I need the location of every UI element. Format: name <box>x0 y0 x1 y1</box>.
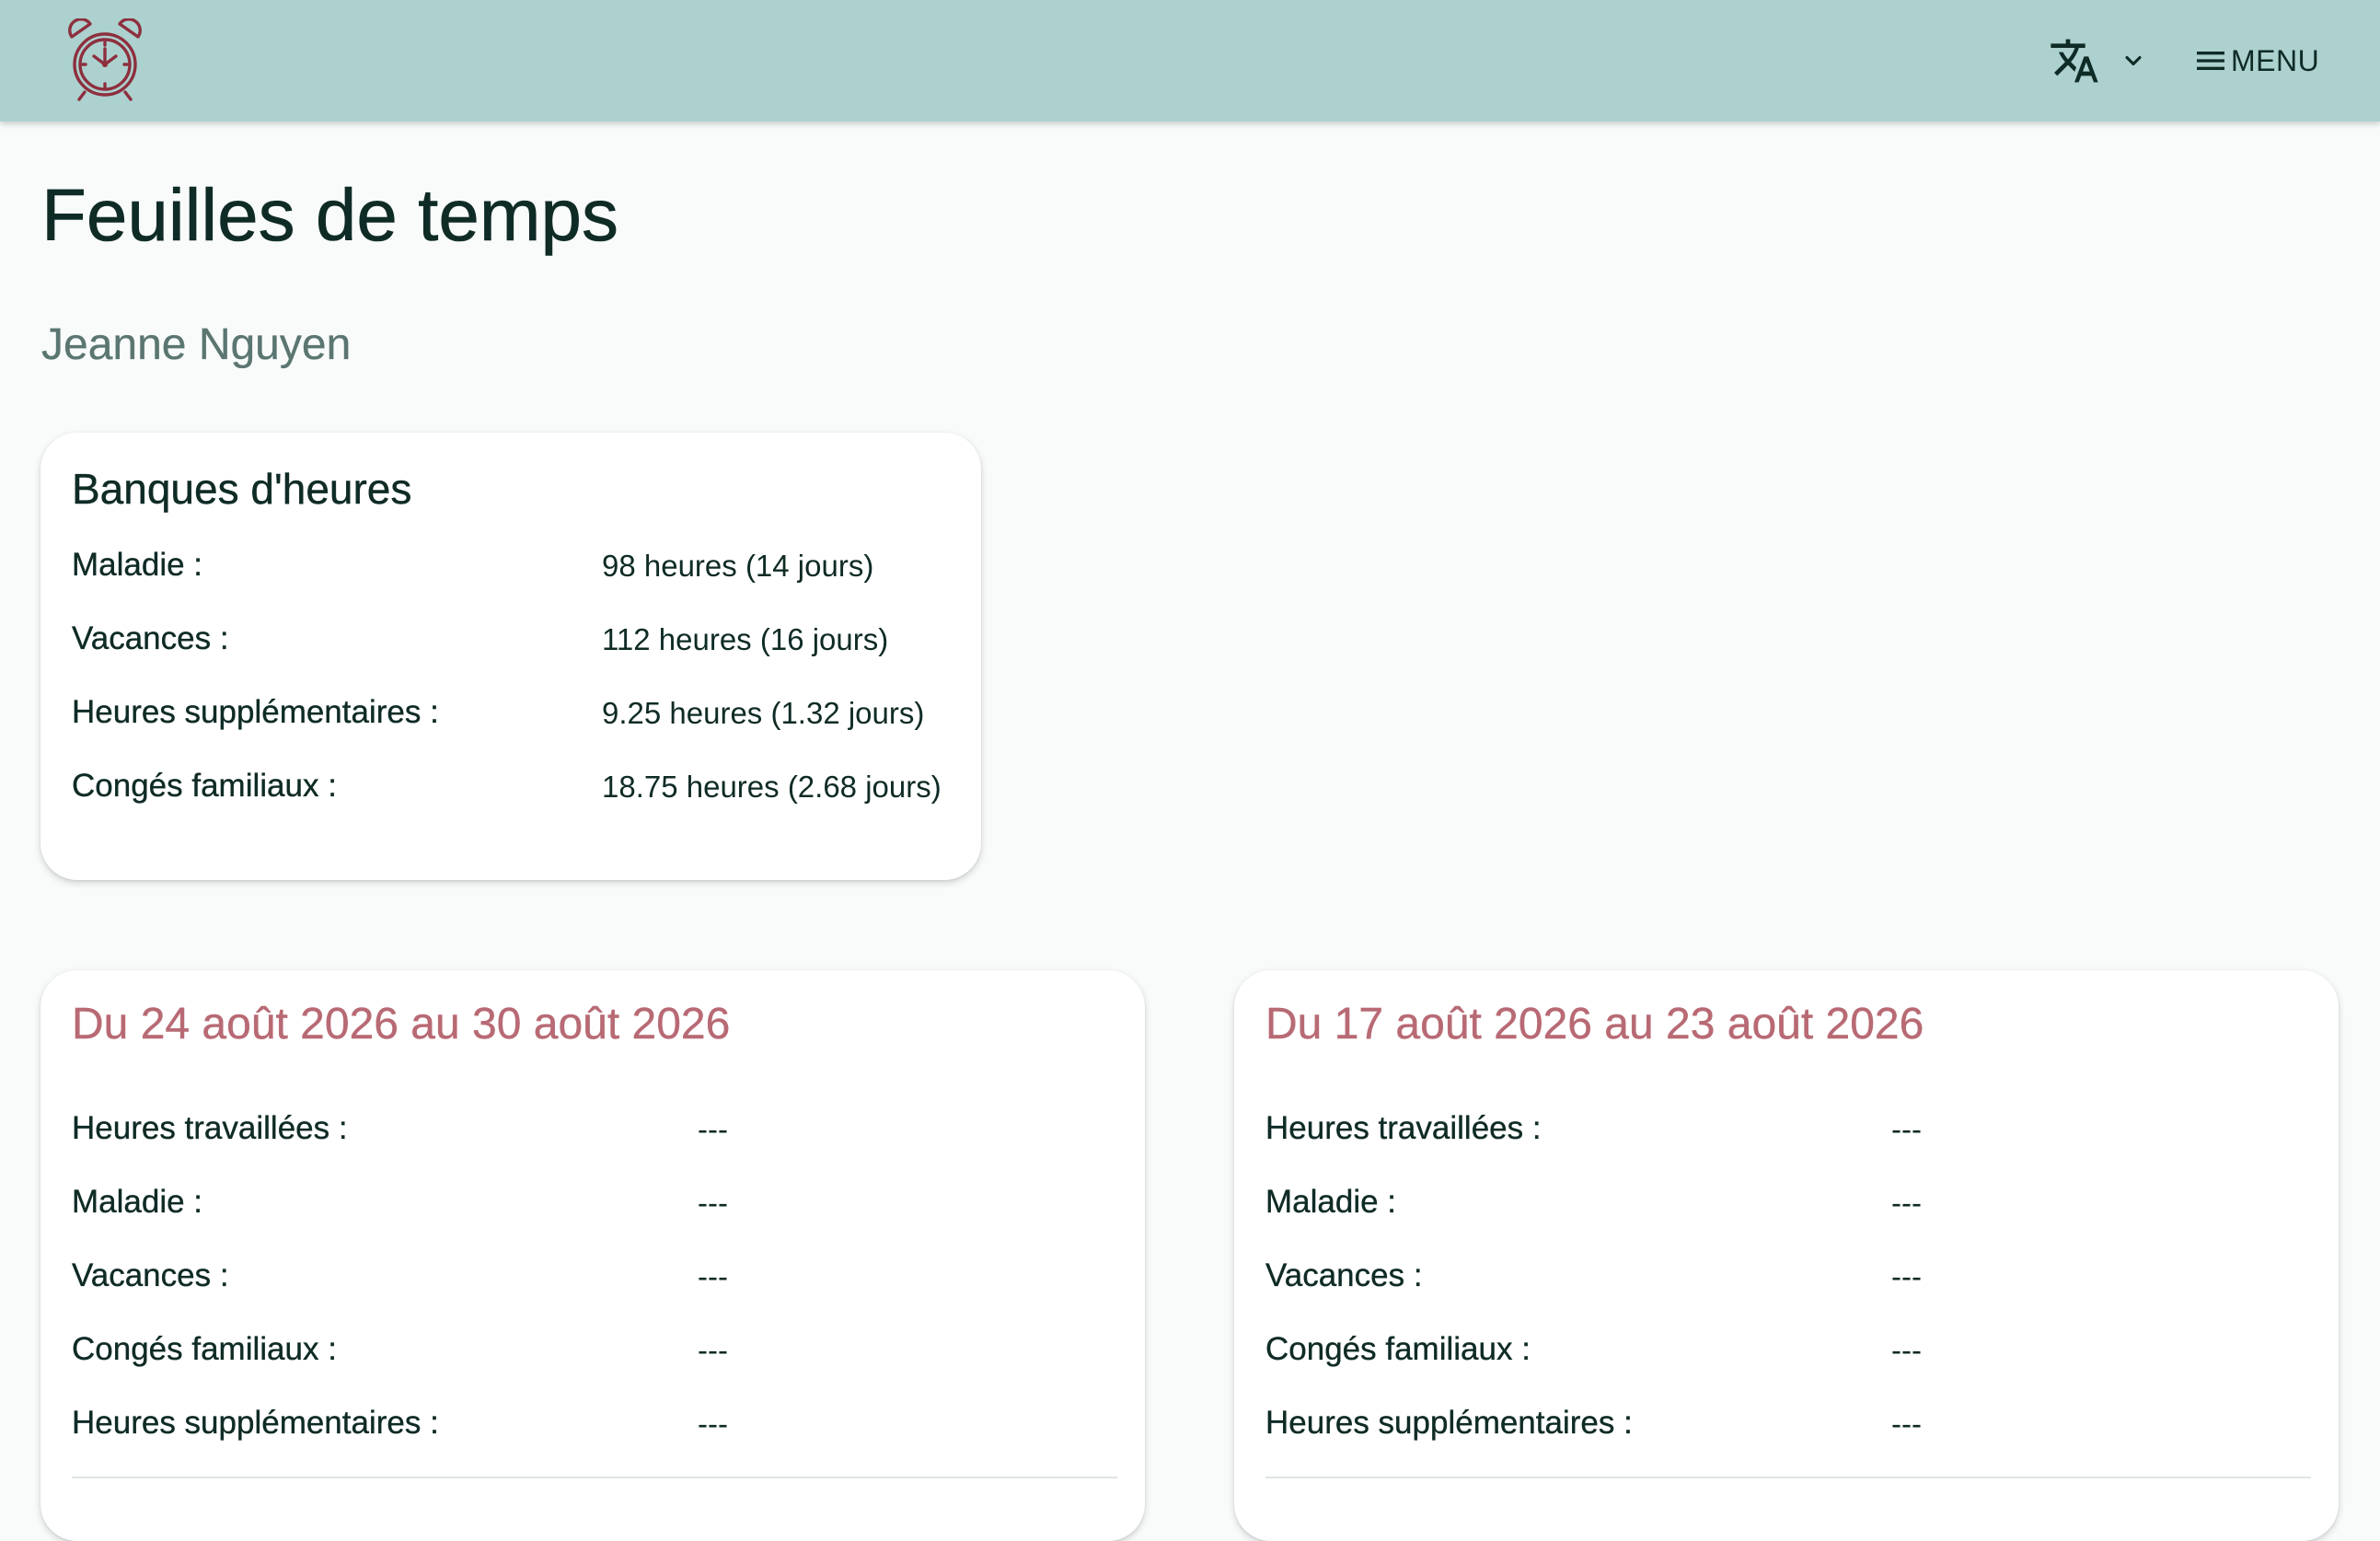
bank-row-overtime: Heures supplémentaires : 9.25 heures (1.… <box>72 685 925 740</box>
row-value: 18.75 heures (2.68 jours) <box>602 770 942 804</box>
row-label: Maladie : <box>72 1184 203 1220</box>
row-value: --- <box>1891 1333 1922 1367</box>
row-value: 98 heures (14 jours) <box>602 549 874 583</box>
week-title[interactable]: Du 24 août 2026 au 30 août 2026 <box>72 998 731 1051</box>
row-value: --- <box>1891 1407 1922 1441</box>
menu-button[interactable]: MENU <box>2192 33 2319 88</box>
row-value: 9.25 heures (1.32 jours) <box>602 696 925 730</box>
row-label: Heures supplémentaires : <box>72 1405 439 1441</box>
row-label: Vacances : <box>72 1257 229 1293</box>
row-label: Heures supplémentaires : <box>1265 1405 1633 1441</box>
card-title: Banques d'heures <box>72 465 412 513</box>
row-label: Vacances : <box>1265 1257 1423 1293</box>
week-title[interactable]: Du 17 août 2026 au 23 août 2026 <box>1265 998 1924 1051</box>
week-card[interactable]: Du 24 août 2026 au 30 août 2026 Heures t… <box>40 970 1145 1541</box>
week-row-vacation: Vacances : --- <box>72 1248 728 1303</box>
divider <box>1265 1477 2311 1478</box>
row-value: --- <box>1891 1259 1922 1293</box>
row-value: --- <box>698 1259 728 1293</box>
row-value: --- <box>1891 1186 1922 1220</box>
row-label: Congés familiaux : <box>72 1331 337 1367</box>
employee-name: Jeanne Nguyen <box>41 320 352 369</box>
translate-icon <box>2051 39 2098 83</box>
row-label: Heures supplémentaires : <box>72 694 439 730</box>
row-label: Maladie : <box>72 547 203 583</box>
week-card[interactable]: Du 17 août 2026 au 23 août 2026 Heures t… <box>1234 970 2339 1541</box>
chevron-down-icon <box>2125 55 2142 66</box>
alarm-clock-icon[interactable] <box>66 17 144 103</box>
row-value: --- <box>698 1112 728 1146</box>
week-row-worked: Heures travaillées : --- <box>72 1101 728 1156</box>
divider <box>72 1477 1117 1478</box>
week-row-family-leave: Congés familiaux : --- <box>1265 1322 1922 1377</box>
menu-label: MENU <box>2231 43 2320 77</box>
week-row-vacation: Vacances : --- <box>1265 1248 1922 1303</box>
week-row-overtime: Heures supplémentaires : --- <box>1265 1396 1922 1451</box>
row-label: Heures travaillées : <box>1265 1110 1542 1146</box>
bank-row-family-leave: Congés familiaux : 18.75 heures (2.68 jo… <box>72 759 942 814</box>
language-selector[interactable] <box>2049 33 2159 88</box>
bank-row-sick: Maladie : 98 heures (14 jours) <box>72 538 874 593</box>
bank-row-vacation: Vacances : 112 heures (16 jours) <box>72 611 888 666</box>
hours-bank-card: Banques d'heures Maladie : 98 heures (14… <box>40 433 981 880</box>
app-header: MENU <box>0 0 2380 122</box>
row-label: Vacances : <box>72 620 229 656</box>
row-label: Congés familiaux : <box>1265 1331 1531 1367</box>
row-value: --- <box>698 1333 728 1367</box>
row-value: 112 heures (16 jours) <box>602 622 889 656</box>
week-row-sick: Maladie : --- <box>1265 1175 1922 1230</box>
page-title: Feuilles de temps <box>41 174 619 256</box>
row-label: Heures travaillées : <box>72 1110 348 1146</box>
week-row-sick: Maladie : --- <box>72 1175 728 1230</box>
row-value: --- <box>1891 1112 1922 1146</box>
row-value: --- <box>698 1186 728 1220</box>
row-label: Congés familiaux : <box>72 768 337 804</box>
row-label: Maladie : <box>1265 1184 1397 1220</box>
hamburger-menu-icon <box>2197 52 2224 70</box>
week-row-overtime: Heures supplémentaires : --- <box>72 1396 728 1451</box>
week-row-worked: Heures travaillées : --- <box>1265 1101 1922 1156</box>
row-value: --- <box>698 1407 728 1441</box>
week-row-family-leave: Congés familiaux : --- <box>72 1322 728 1377</box>
